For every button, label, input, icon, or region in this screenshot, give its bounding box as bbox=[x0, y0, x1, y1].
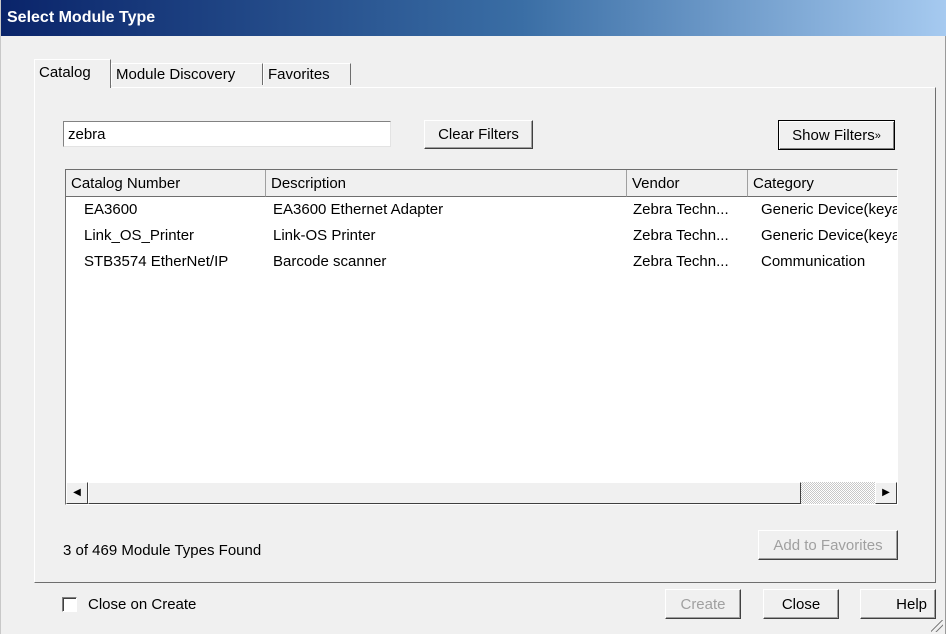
show-filters-button[interactable]: Show Filters» bbox=[778, 120, 895, 150]
table-row[interactable]: EA3600 EA3600 Ethernet Adapter Zebra Tec… bbox=[66, 199, 898, 221]
cell-vendor: Zebra Techn... bbox=[633, 253, 729, 270]
cell-description: EA3600 Ethernet Adapter bbox=[273, 201, 444, 218]
left-arrow-icon[interactable]: ◀ bbox=[66, 482, 88, 504]
create-button[interactable]: Create bbox=[665, 589, 741, 619]
cell-catalog-number: STB3574 EtherNet/IP bbox=[84, 253, 229, 270]
tab-module-discovery[interactable]: Module Discovery bbox=[111, 63, 263, 85]
close-on-create-checkbox[interactable] bbox=[62, 597, 77, 612]
cell-catalog-number: Link_OS_Printer bbox=[84, 227, 195, 244]
close-button[interactable]: Close bbox=[763, 589, 839, 619]
cell-category: Generic Device(keyable) bbox=[761, 227, 898, 244]
cell-description: Barcode scanner bbox=[273, 253, 387, 270]
scrollbar-track[interactable] bbox=[801, 482, 875, 504]
resize-grip-icon[interactable] bbox=[931, 620, 943, 632]
search-input[interactable] bbox=[63, 121, 391, 147]
module-table: Catalog Number Description Vendor Catego… bbox=[65, 169, 898, 505]
cell-catalog-number: EA3600 bbox=[84, 201, 138, 218]
column-description[interactable]: Description bbox=[266, 170, 627, 197]
clear-filters-button[interactable]: Clear Filters bbox=[424, 120, 533, 149]
tab-favorites[interactable]: Favorites bbox=[263, 63, 351, 85]
results-count: 3 of 469 Module Types Found bbox=[63, 542, 262, 559]
column-vendor[interactable]: Vendor bbox=[627, 170, 748, 197]
title-bar[interactable]: Select Module Type bbox=[1, 0, 946, 36]
add-to-favorites-button[interactable]: Add to Favorites bbox=[758, 530, 898, 560]
double-chevron-down-icon: » bbox=[874, 129, 881, 142]
table-row[interactable]: STB3574 EtherNet/IP Barcode scanner Zebr… bbox=[66, 251, 897, 273]
cell-category: Generic Device(keyable) bbox=[761, 201, 898, 218]
table-row[interactable]: Link_OS_Printer Link-OS Printer Zebra Te… bbox=[66, 225, 898, 247]
show-filters-label: Show Filters bbox=[792, 126, 875, 144]
table-header: Catalog Number Description Vendor Catego… bbox=[66, 170, 897, 197]
right-arrow-icon[interactable]: ▶ bbox=[875, 482, 897, 504]
cell-vendor: Zebra Techn... bbox=[633, 201, 729, 218]
window-title: Select Module Type bbox=[7, 9, 156, 26]
cell-category: Communication bbox=[761, 253, 866, 270]
select-module-type-dialog: Select Module Type Catalog Module Discov… bbox=[0, 0, 946, 634]
horizontal-scrollbar[interactable]: ◀ ▶ bbox=[66, 482, 897, 504]
column-category[interactable]: Category bbox=[748, 170, 897, 197]
cell-vendor: Zebra Techn... bbox=[633, 227, 729, 244]
column-catalog-number[interactable]: Catalog Number bbox=[66, 170, 266, 197]
scrollbar-thumb[interactable] bbox=[88, 482, 801, 504]
close-on-create-label: Close on Create bbox=[88, 596, 197, 613]
tab-catalog[interactable]: Catalog bbox=[34, 59, 111, 88]
help-button[interactable]: Help bbox=[860, 589, 936, 619]
cell-description: Link-OS Printer bbox=[273, 227, 376, 244]
